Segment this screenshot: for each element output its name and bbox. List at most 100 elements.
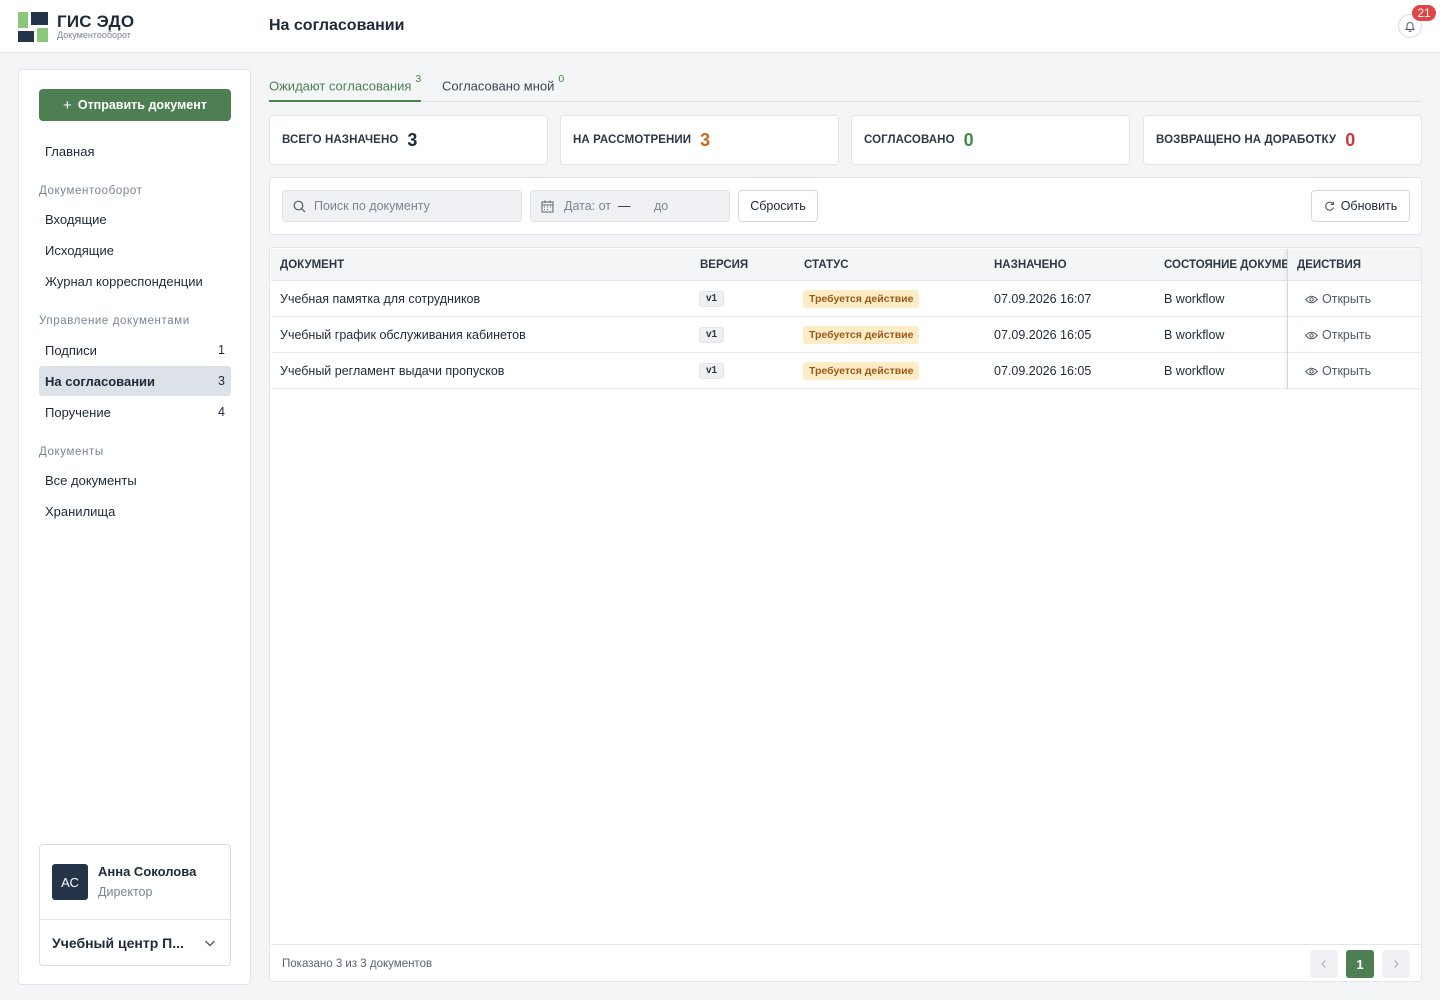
column-header-version[interactable]: ВЕРСИЯ (700, 259, 748, 271)
search-input[interactable] (314, 199, 504, 213)
sidebar-item-label: На согласовании (45, 373, 156, 389)
user-name: Анна Соколова (98, 864, 197, 879)
sidebar-item-count: 3 (218, 374, 225, 388)
logo-subtitle: Документооборот (57, 30, 131, 40)
sidebar-item-label: Поручение (45, 404, 111, 420)
sidebar-item-label: Журнал корреспонденции (45, 273, 203, 289)
chevron-down-icon[interactable] (202, 935, 218, 951)
search-box[interactable] (282, 190, 522, 222)
sidebar-item-assignment[interactable]: Поручение 4 (39, 397, 231, 427)
status-badge: Требуется действие (803, 290, 920, 308)
date-to-field[interactable]: до (654, 199, 668, 213)
top-bar: ГИС ЭДО Документооборот На согласовании … (0, 0, 1440, 53)
assigned-date: 07.09.2026 16:05 (994, 364, 1092, 378)
bell-icon (1404, 22, 1416, 32)
date-separator: — (618, 199, 631, 213)
assigned-date: 07.09.2026 16:05 (994, 328, 1092, 342)
logo-mark-icon (18, 12, 48, 42)
document-state: В workflow (1164, 364, 1225, 378)
stat-card-total: ВСЕГО НАЗНАЧЕНО 3 (269, 115, 548, 165)
sidebar-section-docs: Документы (39, 446, 104, 458)
column-header-document[interactable]: ДОКУМЕНТ (280, 259, 344, 271)
sidebar-item-label: Исходящие (45, 242, 114, 258)
version-badge: v1 (699, 291, 725, 307)
sidebar-section-docflow: Документооборот (39, 185, 143, 197)
sidebar-item-all-documents[interactable]: Все документы (39, 465, 231, 495)
sidebar-item-home[interactable]: Главная (39, 136, 231, 166)
calendar-icon (541, 200, 554, 212)
plus-icon: + (63, 96, 72, 114)
document-name[interactable]: Учебный график обслуживания кабинетов (280, 328, 526, 342)
stat-card-in-review: НА РАССМОТРЕНИИ 3 (560, 115, 839, 165)
sidebar-item-label: Хранилища (45, 503, 116, 519)
avatar[interactable]: АС (52, 864, 88, 900)
stat-label: ВОЗВРАЩЕНО НА ДОРАБОТКУ (1156, 134, 1337, 146)
column-header-assigned[interactable]: НАЗНАЧЕНО (994, 259, 1067, 271)
sidebar-section-manage: Управление документами (39, 315, 190, 327)
refresh-label: Обновить (1340, 199, 1398, 213)
stat-label: СОГЛАСОВАНО (864, 134, 955, 146)
user-role: Директор (98, 885, 153, 899)
tab-label: Ожидают согласования (269, 78, 412, 94)
table-row[interactable]: Учебная памятка для сотрудников v1 Требу… (271, 281, 1421, 317)
sidebar-item-incoming[interactable]: Входящие (39, 204, 231, 234)
stat-label: ВСЕГО НАЗНАЧЕНО (282, 134, 399, 146)
stat-card-approved: СОГЛАСОВАНО 0 (851, 115, 1130, 165)
refresh-icon (1324, 201, 1334, 211)
document-state: В workflow (1164, 328, 1225, 342)
sidebar-item-label: Все документы (45, 472, 137, 488)
tab-count: 3 (415, 73, 422, 85)
page-title: На согласовании (269, 17, 405, 34)
sidebar-item-storages[interactable]: Хранилища (39, 496, 231, 526)
tab-count: 0 (558, 73, 565, 85)
column-header-status[interactable]: СТАТУС (804, 259, 849, 271)
sidebar-item-count: 4 (218, 405, 225, 419)
reset-button[interactable]: Сбросить (738, 190, 818, 222)
chevron-right-icon (1394, 960, 1399, 968)
stat-card-returned: ВОЗВРАЩЕНО НА ДОРАБОТКУ 0 (1143, 115, 1422, 165)
search-icon (293, 200, 306, 212)
tabs: Ожидают согласования 3 Согласовано мной 0 (269, 70, 1422, 102)
sidebar-item-count: 1 (218, 343, 225, 357)
sidebar: + Отправить документ Главная Документооб… (18, 69, 251, 985)
tab-approved-by-me[interactable]: Согласовано мной 0 (442, 73, 565, 102)
sidebar-item-approval[interactable]: На согласовании 3 (39, 366, 231, 396)
document-name[interactable]: Учебная памятка для сотрудников (280, 292, 480, 306)
pagination-page-button[interactable]: 1 (1346, 950, 1374, 978)
version-badge: v1 (699, 327, 725, 343)
table-header: ДОКУМЕНТ ВЕРСИЯ СТАТУС НАЗНАЧЕНО СОСТОЯН… (271, 249, 1421, 281)
document-state: В workflow (1164, 292, 1225, 306)
send-document-label: Отправить документ (77, 98, 207, 112)
sidebar-item-label: Подписи (45, 342, 97, 358)
sidebar-item-journal[interactable]: Журнал корреспонденции (39, 266, 231, 296)
version-badge: v1 (699, 363, 725, 379)
stat-value: 0 (1345, 129, 1356, 150)
sidebar-item-outgoing[interactable]: Исходящие (39, 235, 231, 265)
assigned-date: 07.09.2026 16:07 (994, 292, 1092, 306)
sidebar-item-signatures[interactable]: Подписи 1 (39, 335, 231, 365)
pagination-next-button[interactable] (1382, 950, 1410, 978)
sidebar-item-label: Входящие (45, 211, 107, 227)
send-document-button[interactable]: + Отправить документ (39, 89, 231, 121)
documents-table: ДОКУМЕНТ ВЕРСИЯ СТАТУС НАЗНАЧЕНО СОСТОЯН… (269, 247, 1422, 982)
status-badge: Требуется действие (803, 326, 920, 344)
date-range-picker[interactable]: Дата: от — до (530, 190, 730, 222)
column-header-state[interactable]: СОСТОЯНИЕ ДОКУМЕНТА (1164, 259, 1288, 271)
logo-title: ГИС ЭДО (57, 12, 135, 31)
date-from-field[interactable]: Дата: от (564, 199, 618, 213)
organization-selector[interactable]: Учебный центр П... (52, 935, 192, 951)
table-row[interactable]: Учебный график обслуживания кабинетов v1… (271, 317, 1421, 353)
chevron-left-icon (1321, 960, 1326, 968)
filter-bar: Дата: от — до Сбросить Обновить (269, 177, 1422, 235)
stat-value: 0 (963, 129, 974, 150)
app-logo[interactable]: ГИС ЭДО Документооборот (18, 12, 134, 42)
stat-value: 3 (407, 129, 418, 150)
status-badge: Требуется действие (803, 362, 920, 380)
tab-awaiting-approval[interactable]: Ожидают согласования 3 (269, 73, 422, 102)
table-footer: Показано 3 из 3 документов 1 (271, 944, 1421, 981)
refresh-button[interactable]: Обновить (1311, 190, 1410, 222)
pagination-prev-button[interactable] (1310, 950, 1338, 978)
document-name[interactable]: Учебный регламент выдачи пропусков (280, 364, 504, 378)
table-row[interactable]: Учебный регламент выдачи пропусков v1 Тр… (271, 353, 1421, 389)
sticky-actions-column (1287, 249, 1421, 389)
